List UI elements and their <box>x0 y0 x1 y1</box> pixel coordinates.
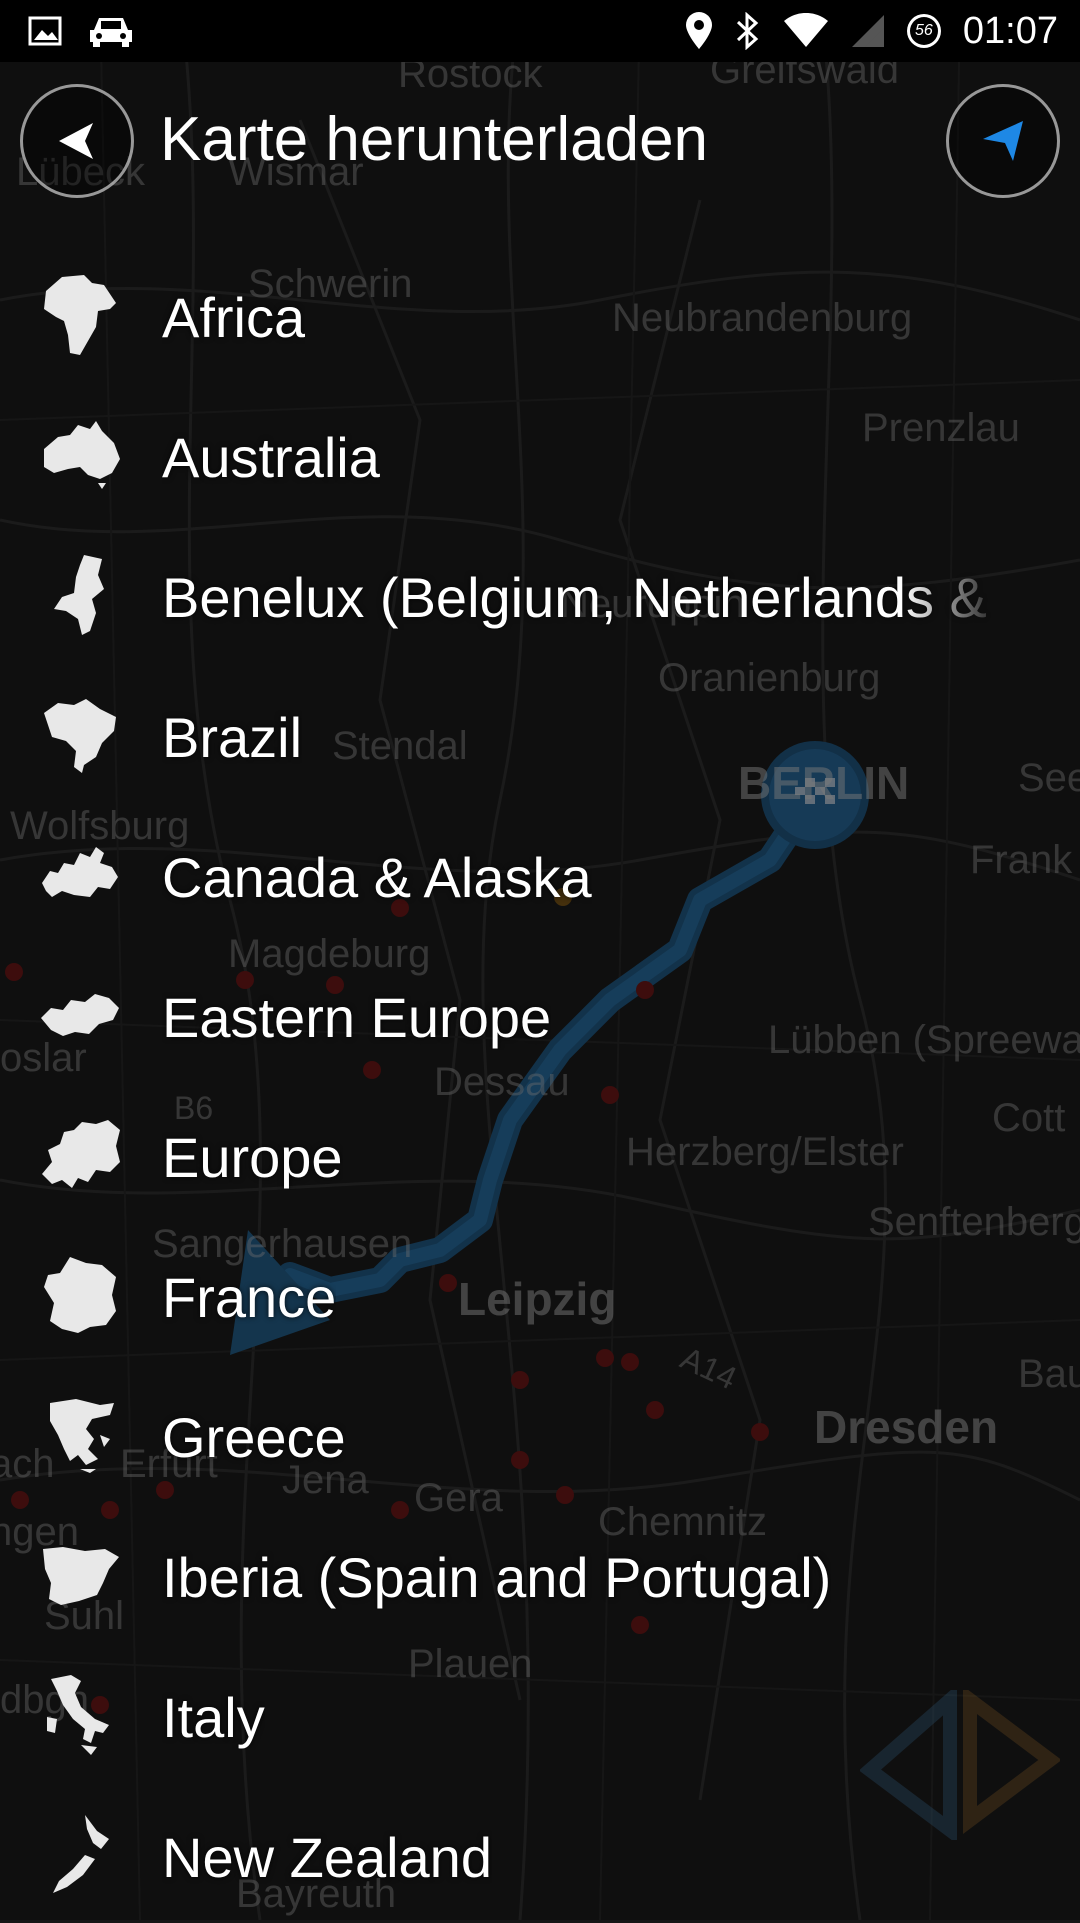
region-label: Brazil <box>162 706 303 769</box>
region-label: Canada & Alaska <box>162 846 592 909</box>
list-item-australia[interactable]: Australia <box>0 383 1080 523</box>
list-item-africa[interactable]: Africa <box>0 243 1080 383</box>
battery-level: 56 <box>915 22 933 39</box>
image-icon <box>28 16 62 46</box>
location-pin-icon <box>685 12 712 49</box>
australia-map-icon <box>38 413 122 497</box>
page-title: Karte herunterladen <box>160 105 709 174</box>
region-label: France <box>162 1266 337 1329</box>
list-item-canada-alaska[interactable]: Canada & Alaska <box>0 803 1080 943</box>
location-button[interactable] <box>946 84 1060 198</box>
cellular-signal-icon <box>851 15 884 47</box>
region-label: Greece <box>162 1406 346 1469</box>
region-label: New Zealand <box>162 1826 492 1889</box>
region-label: Italy <box>162 1686 265 1749</box>
wifi-icon <box>783 13 828 47</box>
europe-map-icon <box>38 1113 122 1197</box>
region-label: Eastern Europe <box>162 986 552 1049</box>
region-label: Iberia (Spain and Portugal) <box>162 1546 832 1609</box>
car-icon <box>90 18 132 47</box>
list-item-iberia[interactable]: Iberia (Spain and Portugal) <box>0 1503 1080 1643</box>
header: Karte herunterladen <box>0 78 1080 208</box>
new-zealand-map-icon <box>38 1813 122 1897</box>
region-label: Benelux (Belgium, Netherlands & Luxe <box>162 566 1004 629</box>
france-map-icon <box>38 1253 122 1337</box>
region-label: Australia <box>162 426 380 489</box>
italy-map-icon <box>38 1673 122 1757</box>
list-item-france[interactable]: France <box>0 1223 1080 1363</box>
list-item-europe[interactable]: Europe <box>0 1083 1080 1223</box>
iberia-map-icon <box>38 1533 122 1617</box>
list-item-eastern-europe[interactable]: Eastern Europe <box>0 943 1080 1083</box>
back-button[interactable] <box>20 84 134 198</box>
navigation-arrow-icon <box>983 121 1023 161</box>
list-item-italy[interactable]: Italy <box>0 1643 1080 1783</box>
region-list: Africa Australia Benelux (Belgium, Nethe… <box>0 243 1080 1923</box>
canada-map-icon <box>38 833 122 917</box>
status-bar: 56 01:07 <box>0 0 1080 62</box>
bluetooth-icon <box>736 12 759 50</box>
battery-icon: 56 <box>906 14 941 48</box>
list-item-benelux[interactable]: Benelux (Belgium, Netherlands & Luxe <box>0 523 1080 663</box>
list-item-new-zealand[interactable]: New Zealand <box>0 1783 1080 1923</box>
brazil-map-icon <box>38 693 122 777</box>
back-arrow-icon <box>59 123 93 159</box>
eastern-europe-map-icon <box>38 973 122 1057</box>
region-label: Europe <box>162 1126 343 1189</box>
list-item-brazil[interactable]: Brazil <box>0 663 1080 803</box>
greece-map-icon <box>38 1393 122 1477</box>
benelux-map-icon <box>38 553 122 637</box>
africa-map-icon <box>38 273 122 357</box>
region-label: Africa <box>162 286 306 349</box>
list-item-greece[interactable]: Greece <box>0 1363 1080 1503</box>
status-time: 01:07 <box>962 9 1058 52</box>
